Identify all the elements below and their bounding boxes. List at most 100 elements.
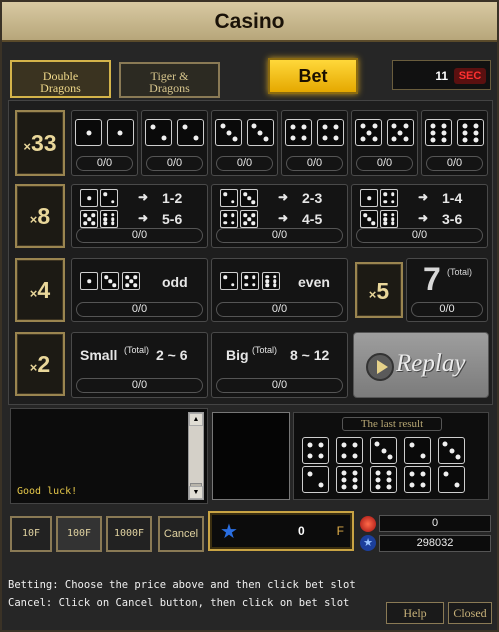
bet-count: 0/0 xyxy=(76,378,203,393)
die-icon xyxy=(240,210,258,228)
bet-count: 0/0 xyxy=(411,302,483,317)
help-line-cancel: Cancel: Click on Cancel button, then cli… xyxy=(8,597,350,609)
multiplier-x8: ×8 xyxy=(15,184,65,248)
bet-slot-pair-23-45[interactable]: ➜ 2-3 ➜ 4-5 0/0 xyxy=(211,184,348,248)
total-7-value: 7 xyxy=(423,261,441,297)
bet-slot-odd[interactable]: odd 0/0 xyxy=(71,258,208,322)
tab-double-dragons[interactable]: Double Dragons xyxy=(10,60,111,98)
die-icon xyxy=(360,210,378,228)
even-label: even xyxy=(298,274,330,290)
total-tag: (Total) xyxy=(447,267,473,277)
bet-count: 0/0 xyxy=(76,302,203,317)
casino-window: Casino Double Dragons Tiger & Dragons Be… xyxy=(0,0,499,632)
die-icon xyxy=(438,437,465,464)
bet-count: 0/0 xyxy=(146,156,203,171)
die-icon xyxy=(302,466,329,493)
die-icon xyxy=(456,119,484,146)
dice-pair xyxy=(212,119,277,146)
bet-count: 0/0 xyxy=(76,228,203,243)
close-button[interactable]: Closed xyxy=(448,602,492,624)
chat-scrollbar[interactable]: ▲ ▼ xyxy=(188,412,204,500)
dice-pair xyxy=(72,119,137,146)
help-button[interactable]: Help xyxy=(386,602,444,624)
arrow-icon: ➜ xyxy=(418,190,429,204)
small-label: Small xyxy=(80,347,118,363)
chip-10f-button[interactable]: 10F xyxy=(10,516,52,552)
arrow-icon: ➜ xyxy=(278,211,289,225)
die-icon xyxy=(220,210,238,228)
die-icon xyxy=(241,272,259,290)
bet-amount-value: 0 xyxy=(298,524,305,538)
die-icon xyxy=(220,272,238,290)
die-icon xyxy=(220,189,238,207)
multiplier-x5: ×5 xyxy=(355,262,403,318)
arrow-icon: ➜ xyxy=(418,211,429,225)
pair-label: 4-5 xyxy=(302,211,323,227)
die-icon xyxy=(404,466,431,493)
bet-slot-double-6[interactable]: 0/0 xyxy=(421,110,488,176)
bet-count: 0/0 xyxy=(286,156,343,171)
chip-1000f-button[interactable]: 1000F xyxy=(106,516,152,552)
timer-value: 11 xyxy=(435,69,448,83)
replay-button[interactable]: Replay xyxy=(353,332,489,398)
die-icon xyxy=(386,119,414,146)
play-icon xyxy=(366,353,394,381)
die-icon xyxy=(404,437,431,464)
die-icon xyxy=(438,466,465,493)
help-text: Betting: Choose the price above and then… xyxy=(8,576,356,612)
bet-count: 0/0 xyxy=(216,302,343,317)
die-icon xyxy=(262,272,280,290)
bet-count: 0/0 xyxy=(356,156,413,171)
arrow-icon: ➜ xyxy=(138,190,149,204)
red-gem-icon xyxy=(360,516,376,532)
die-icon xyxy=(360,189,378,207)
bet-slot-total-7[interactable]: 7 (Total) 0/0 xyxy=(406,258,488,322)
timer-unit: SEC xyxy=(454,68,486,84)
die-icon xyxy=(101,272,119,290)
bet-slot-double-1[interactable]: 0/0 xyxy=(71,110,138,176)
star-icon: ★ xyxy=(360,535,376,551)
title-bar: Casino xyxy=(2,2,497,42)
dice-pair xyxy=(422,119,487,146)
scroll-up-icon[interactable]: ▲ xyxy=(189,413,203,426)
blue-balance: 298032 xyxy=(379,535,491,552)
bet-slot-double-3[interactable]: 0/0 xyxy=(211,110,278,176)
chip-100f-button[interactable]: 100F xyxy=(56,516,102,552)
bet-slot-pair-12-56[interactable]: ➜ 1-2 ➜ 5-6 0/0 xyxy=(71,184,208,248)
die-icon xyxy=(370,466,397,493)
bet-count: 0/0 xyxy=(216,228,343,243)
bet-slot-double-5[interactable]: 0/0 xyxy=(351,110,418,176)
die-icon xyxy=(302,437,329,464)
bet-amount-display: ★ 0 F xyxy=(208,511,354,551)
multiplier-x33: ×33 xyxy=(15,110,65,176)
pair-label: 3-6 xyxy=(442,211,463,227)
bet-slot-double-2[interactable]: 0/0 xyxy=(141,110,208,176)
big-range: 8 ~ 12 xyxy=(290,347,330,363)
bet-slot-big[interactable]: Big (Total) 8 ~ 12 0/0 xyxy=(211,332,348,398)
bet-amount-unit: F xyxy=(336,524,344,538)
die-icon xyxy=(176,119,204,146)
die-icon xyxy=(380,189,398,207)
last-result-title: The last result xyxy=(342,417,442,431)
last-result-panel: The last result xyxy=(293,412,489,500)
tab-tiger-dragons[interactable]: Tiger & Dragons xyxy=(119,62,220,98)
bet-button[interactable]: Bet xyxy=(268,58,358,94)
dice-pair xyxy=(352,119,417,146)
die-icon xyxy=(425,119,453,146)
bet-slot-even[interactable]: even 0/0 xyxy=(211,258,348,322)
die-icon xyxy=(370,437,397,464)
bet-slot-double-4[interactable]: 0/0 xyxy=(281,110,348,176)
bet-slot-small[interactable]: Small (Total) 2 ~ 6 0/0 xyxy=(71,332,208,398)
scroll-down-icon[interactable]: ▼ xyxy=(189,486,203,499)
pair-label: 5-6 xyxy=(162,211,183,227)
total-tag: (Total) xyxy=(252,345,278,355)
bet-count: 0/0 xyxy=(216,156,273,171)
pair-label: 2-3 xyxy=(302,190,323,206)
dice-display xyxy=(212,412,290,500)
cancel-button[interactable]: Cancel xyxy=(158,516,204,552)
bet-slot-pair-14-36[interactable]: ➜ 1-4 ➜ 3-6 0/0 xyxy=(351,184,488,248)
odd-label: odd xyxy=(162,274,188,290)
bet-count: 0/0 xyxy=(76,156,133,171)
dice-pair xyxy=(142,119,207,146)
chat-message: Good luck! xyxy=(17,486,78,497)
